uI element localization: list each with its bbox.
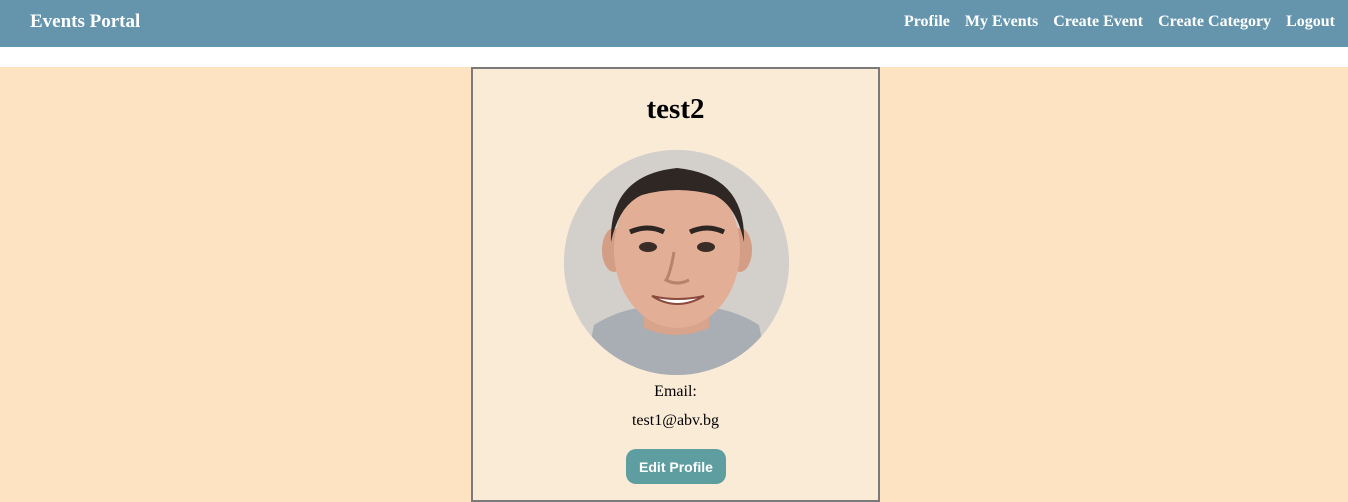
nav-profile-link[interactable]: Profile [904, 13, 950, 31]
nav-my-events-link[interactable]: My Events [965, 13, 1038, 31]
nav-create-category-link[interactable]: Create Category [1158, 13, 1271, 31]
avatar [564, 150, 789, 375]
nav-logout-link[interactable]: Logout [1286, 13, 1335, 31]
nav-create-event-link[interactable]: Create Event [1053, 13, 1143, 31]
nav-links: Profile My Events Create Event Create Ca… [904, 13, 1335, 31]
profile-card: test2 Email: test1@abv.bg Edit Profile [471, 67, 880, 502]
email-label: Email: [654, 383, 697, 400]
brand-link[interactable]: Events Portal [30, 11, 140, 33]
avatar-portrait-icon [564, 150, 789, 375]
navbar-spacer [0, 47, 1348, 67]
edit-profile-button[interactable]: Edit Profile [626, 449, 726, 484]
navbar: Events Portal Profile My Events Create E… [0, 0, 1348, 47]
profile-username: test2 [646, 93, 705, 125]
email-value: test1@abv.bg [631, 412, 719, 429]
